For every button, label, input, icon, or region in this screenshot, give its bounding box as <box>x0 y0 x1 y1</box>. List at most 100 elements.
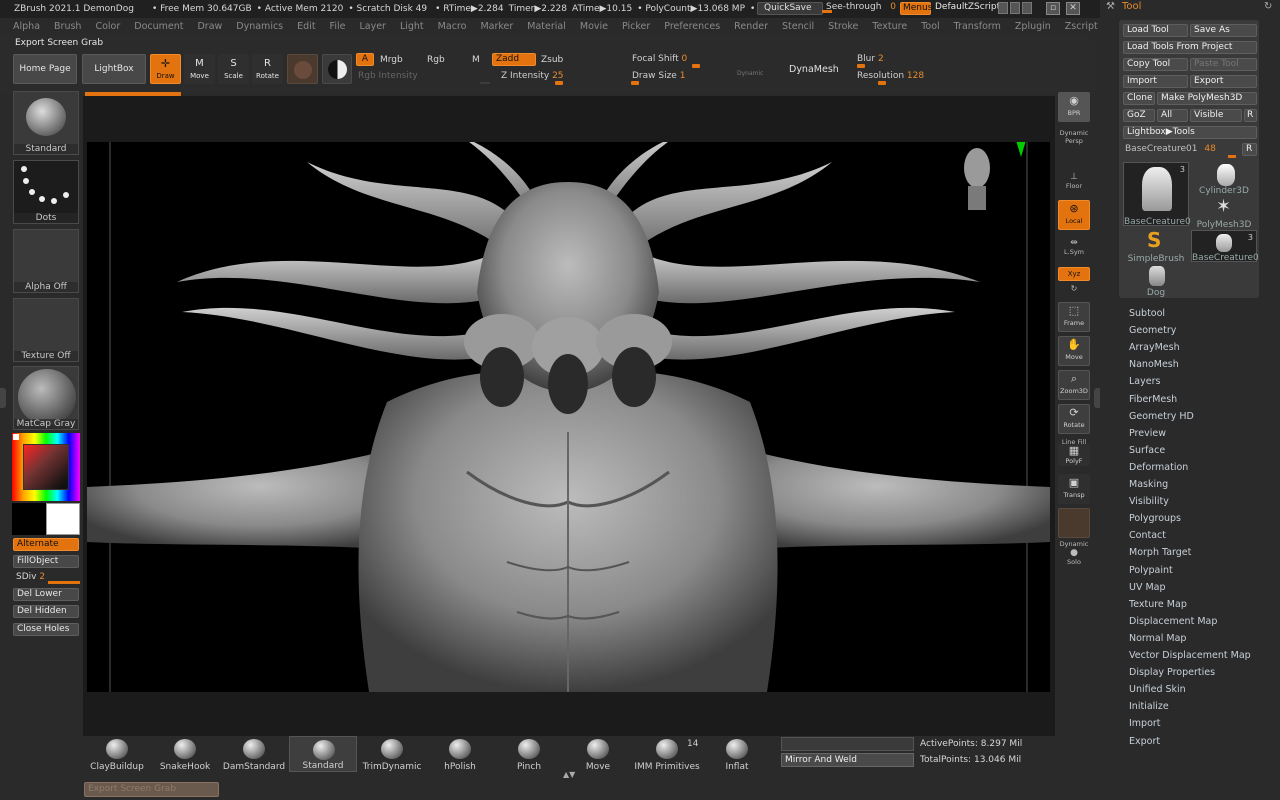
tool-thumb[interactable]: 3 BaseCreature0 <box>1123 162 1191 227</box>
menu-transform[interactable]: Transform <box>954 21 1001 32</box>
menu-movie[interactable]: Movie <box>580 21 608 32</box>
tray-arrows-icon[interactable]: ▲▼ <box>563 770 575 779</box>
a-button[interactable]: A <box>356 53 374 66</box>
brush-inflat[interactable]: Inflat <box>703 736 771 772</box>
export-screen-grab-label[interactable]: Export Screen Grab <box>15 38 103 48</box>
menus-button[interactable]: Menus <box>900 2 932 15</box>
brush-claybuildup[interactable]: ClayBuildup <box>83 736 151 772</box>
subpalette-surface[interactable]: Surface <box>1129 445 1165 456</box>
goz-all-button[interactable]: All <box>1157 109 1188 122</box>
dynamic-persp-toggle[interactable]: Dynamic Persp <box>1055 129 1093 145</box>
alternate-button[interactable]: Alternate <box>13 538 79 551</box>
sdiv-slider[interactable]: SDiv 2 <box>16 572 45 582</box>
lsym-button[interactable]: ⇹ L.Sym <box>1055 238 1093 256</box>
draw-size-thumb[interactable] <box>631 81 639 85</box>
minimize-icon[interactable]: ▫ <box>1046 2 1060 15</box>
rgb-intensity-slider[interactable]: Rgb Intensity <box>358 71 418 81</box>
export-screen-grab-button[interactable]: Export Screen Grab <box>84 782 219 797</box>
rgb-button[interactable]: Rgb <box>427 55 445 65</box>
brush-move[interactable]: Move <box>564 736 632 772</box>
subpalette-display-properties[interactable]: Display Properties <box>1129 667 1215 678</box>
axis-gizmo-icon[interactable] <box>987 142 1027 172</box>
menu-brush[interactable]: Brush <box>54 21 81 32</box>
save-as-button[interactable]: Save As <box>1190 24 1257 37</box>
blur-thumb[interactable] <box>857 64 865 68</box>
menu-tool[interactable]: Tool <box>921 21 939 32</box>
export-button[interactable]: Export <box>1190 75 1257 88</box>
subpalette-displacement-map[interactable]: Displacement Map <box>1129 616 1217 627</box>
mirror-weld-slider[interactable] <box>781 737 914 751</box>
tray-icon[interactable] <box>1022 2 1032 14</box>
subpalette-uv-map[interactable]: UV Map <box>1129 582 1166 593</box>
left-tray-toggle[interactable] <box>0 388 6 408</box>
menu-picker[interactable]: Picker <box>622 21 650 32</box>
menu-dynamics[interactable]: Dynamics <box>236 21 283 32</box>
subpalette-fibermesh[interactable]: FiberMesh <box>1129 394 1177 405</box>
load-from-project-button[interactable]: Load Tools From Project <box>1123 41 1257 54</box>
goz-button[interactable]: GoZ <box>1123 109 1155 122</box>
clone-button[interactable]: Clone <box>1123 92 1155 105</box>
m-button[interactable]: M <box>472 55 480 65</box>
subpalette-geometry[interactable]: Geometry <box>1129 325 1176 336</box>
subpalette-vector-displacement-map[interactable]: Vector Displacement Map <box>1129 650 1251 661</box>
focal-shift-thumb[interactable] <box>692 64 700 68</box>
menu-material[interactable]: Material <box>527 21 566 32</box>
brush-standard[interactable]: Standard <box>289 736 357 772</box>
tool-thumb[interactable]: ✶ PolyMesh3D <box>1191 196 1257 230</box>
menu-render[interactable]: Render <box>734 21 768 32</box>
brush-damstandard[interactable]: DamStandard <box>220 736 288 772</box>
current-tool-slider[interactable]: BaseCreature01 48 <box>1125 144 1216 154</box>
transp-button[interactable]: ▣ Transp <box>1058 474 1090 504</box>
goz-r-button[interactable]: R <box>1244 109 1257 122</box>
subpalette-normal-map[interactable]: Normal Map <box>1129 633 1186 644</box>
tool-thumb[interactable]: Dog <box>1123 264 1189 298</box>
fillobject-button[interactable]: FillObject <box>13 555 79 568</box>
zadd-button[interactable]: Zadd <box>492 53 536 66</box>
stroke-selector[interactable]: Dots <box>13 160 79 224</box>
material-swatch[interactable] <box>287 54 318 84</box>
tool-thumb[interactable]: S SimpleBrush <box>1123 228 1189 264</box>
ghost-button[interactable] <box>1058 508 1090 538</box>
move-button[interactable]: M Move <box>184 54 215 84</box>
subpalette-polypaint[interactable]: Polypaint <box>1129 565 1173 576</box>
menu-file[interactable]: File <box>330 21 346 32</box>
resolution-slider[interactable]: Resolution 128 <box>857 71 924 81</box>
local-button[interactable]: ⊛ Local <box>1058 200 1090 230</box>
move-view-button[interactable]: ✋ Move <box>1058 336 1090 366</box>
subpalette-subtool[interactable]: Subtool <box>1129 308 1165 319</box>
menu-edit[interactable]: Edit <box>297 21 315 32</box>
rotate-button[interactable]: R Rotate <box>252 54 283 84</box>
quicksave-button[interactable]: QuickSave <box>757 2 823 15</box>
gradient-button[interactable] <box>322 54 352 84</box>
brush-selector[interactable]: Standard <box>13 91 79 155</box>
subpalette-morph-target[interactable]: Morph Target <box>1129 547 1191 558</box>
main-color-swatch[interactable] <box>46 503 80 535</box>
menu-marker[interactable]: Marker <box>480 21 513 32</box>
lightbox-button[interactable]: LightBox <box>82 54 146 84</box>
menu-stencil[interactable]: Stencil <box>782 21 814 32</box>
del-lower-button[interactable]: Del Lower <box>13 588 79 601</box>
menu-color[interactable]: Color <box>95 21 120 32</box>
frame-button[interactable]: ⬚ Frame <box>1058 302 1090 332</box>
draw-size-slider[interactable]: Draw Size 1 <box>632 71 685 81</box>
mrgb-button[interactable]: Mrgb <box>380 55 403 65</box>
brush-snakehook[interactable]: SnakeHook <box>151 736 219 772</box>
make-polymesh-button[interactable]: Make PolyMesh3D <box>1157 92 1257 105</box>
subpalette-polygroups[interactable]: Polygroups <box>1129 513 1181 524</box>
menu-preferences[interactable]: Preferences <box>664 21 720 32</box>
viewport-3d[interactable] <box>87 142 1050 692</box>
subpalette-contact[interactable]: Contact <box>1129 530 1166 541</box>
sdiv-thumb[interactable] <box>48 581 80 584</box>
subpalette-texture-map[interactable]: Texture Map <box>1129 599 1187 610</box>
subpalette-arraymesh[interactable]: ArrayMesh <box>1129 342 1180 353</box>
alpha-selector[interactable]: Alpha Off <box>13 229 79 293</box>
refresh-icon[interactable]: ↻ <box>1264 1 1272 12</box>
dynamic-toggle[interactable]: Dynamic <box>737 70 763 77</box>
subpalette-visibility[interactable]: Visibility <box>1129 496 1169 507</box>
subpalette-preview[interactable]: Preview <box>1129 428 1166 439</box>
bpr-button[interactable]: ◉ BPR <box>1058 92 1090 122</box>
import-button[interactable]: Import <box>1123 75 1188 88</box>
rotate-view-button[interactable]: ⟳ Rotate <box>1058 404 1090 434</box>
draw-button[interactable]: ✛ Draw <box>150 54 181 84</box>
tool-thumb[interactable]: 3 BaseCreature0 <box>1191 230 1259 263</box>
